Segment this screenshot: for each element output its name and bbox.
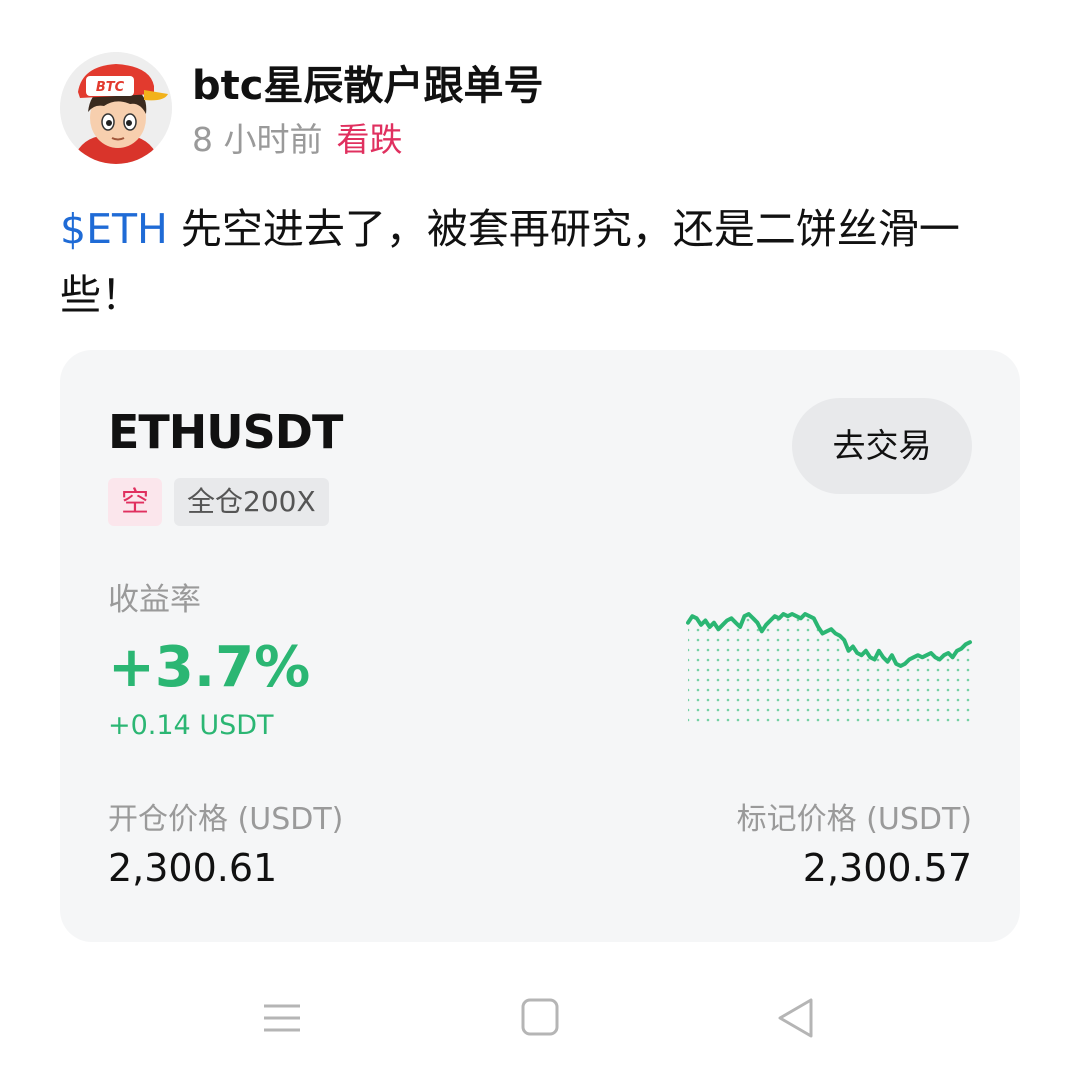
sentiment-tag: 看跌: [336, 120, 403, 159]
cartoon-avatar-icon: BTC: [60, 52, 172, 164]
side-badge: 空: [108, 478, 162, 526]
home-square-icon[interactable]: [521, 998, 559, 1036]
open-price-value: 2,300.61: [108, 846, 278, 890]
price-sparkline: [686, 612, 972, 726]
post-content: $ETH 先空进去了，被套再研究，还是二饼丝滑一些！: [60, 196, 1020, 328]
yield-label: 收益率: [108, 582, 201, 618]
sparkline-area: [688, 614, 970, 726]
avatar-cap-text: BTC: [96, 80, 125, 95]
post-text: 先空进去了，被套再研究，还是二饼丝滑一些！: [60, 205, 960, 319]
open-price-label: 开仓价格 (USDT): [108, 802, 344, 837]
author-name[interactable]: btc星辰散户跟单号: [192, 58, 543, 114]
trade-button[interactable]: 去交易: [792, 398, 972, 494]
position-card[interactable]: ETHUSDT 去交易 空 全仓200X 收益率 +3.7% +0.14 USD…: [60, 350, 1020, 942]
yield-value: +3.7%: [108, 635, 311, 700]
yield-amount: +0.14 USDT: [108, 710, 274, 741]
mark-price-value: 2,300.57: [802, 846, 972, 890]
mark-price-label: 标记价格 (USDT): [736, 802, 972, 837]
symbol-title: ETHUSDT: [108, 405, 343, 459]
leverage-badge: 全仓200X: [174, 478, 329, 526]
system-nav-bar: [0, 990, 1080, 1050]
ticker-link[interactable]: $ETH: [60, 205, 168, 253]
post-meta: 8 小时前 看跌: [192, 118, 403, 162]
menu-icon[interactable]: [262, 998, 302, 1038]
author-avatar[interactable]: BTC: [60, 52, 172, 164]
post-time: 8 小时前: [192, 120, 323, 159]
back-triangle-icon[interactable]: [775, 996, 817, 1040]
